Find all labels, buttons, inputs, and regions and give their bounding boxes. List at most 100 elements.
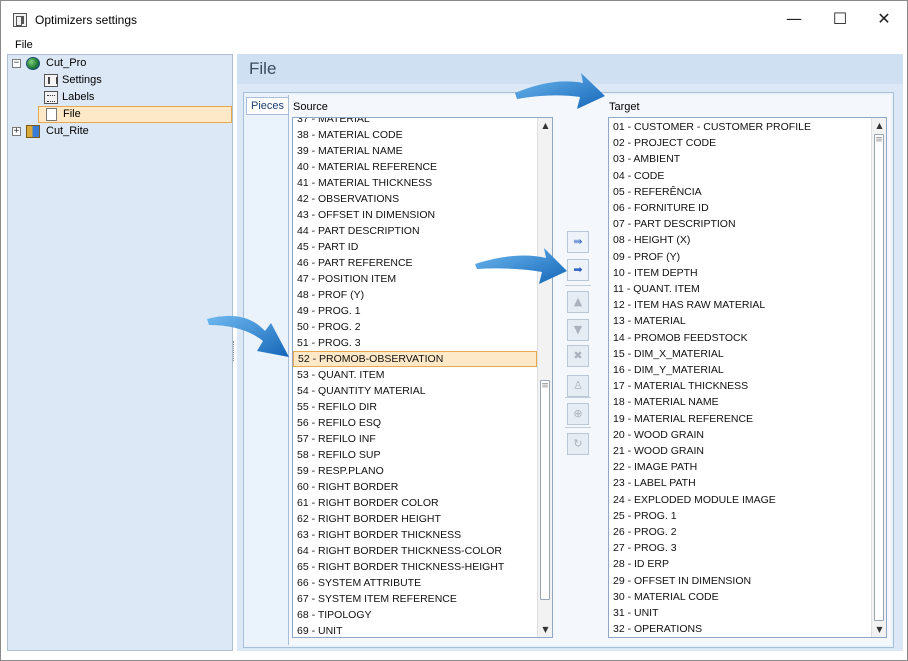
list-item[interactable]: 50 - PROG. 2 xyxy=(293,319,537,335)
list-item[interactable]: 60 - RIGHT BORDER xyxy=(293,479,537,495)
tree-node-label: Cut_Pro xyxy=(46,57,87,69)
source-scrollbar[interactable]: ▲ ▼ xyxy=(537,118,552,637)
source-listbox[interactable]: 37 - MATERIAL 38 - MATERIAL CODE 39 - MATE… xyxy=(292,117,553,638)
list-item[interactable]: 02 - PROJECT CODE xyxy=(609,135,871,151)
list-item[interactable]: 55 - REFILO DIR xyxy=(293,399,537,415)
list-item[interactable]: 49 - PROG. 1 xyxy=(293,303,537,319)
collapse-icon[interactable]: − xyxy=(12,59,21,68)
list-item[interactable]: 09 - PROF (Y) xyxy=(609,249,871,265)
list-item[interactable]: 30 - MATERIAL CODE xyxy=(609,589,871,605)
list-item[interactable]: 28 - ID ERP xyxy=(609,556,871,572)
list-item[interactable]: 61 - RIGHT BORDER COLOR xyxy=(293,495,537,511)
target-scrollbar[interactable]: ▲ ▼ xyxy=(871,118,886,637)
list-item[interactable]: 56 - REFILO ESQ xyxy=(293,415,537,431)
list-item[interactable]: 26 - PROG. 2 xyxy=(609,524,871,540)
list-item[interactable]: 18 - MATERIAL NAME xyxy=(609,394,871,410)
list-item[interactable]: 38 - MATERIAL CODE xyxy=(293,127,537,143)
cut-rite-icon xyxy=(26,125,40,138)
list-item[interactable]: 11 - QUANT. ITEM xyxy=(609,281,871,297)
list-item[interactable]: 31 - UNIT xyxy=(609,605,871,621)
list-item[interactable]: 08 - HEIGHT (X) xyxy=(609,232,871,248)
list-item[interactable]: 24 - EXPLODED MODULE IMAGE xyxy=(609,492,871,508)
list-item[interactable]: 07 - PART DESCRIPTION xyxy=(609,216,871,232)
list-item[interactable]: 51 - PROG. 3 xyxy=(293,335,537,351)
list-item[interactable]: 32 - OPERATIONS xyxy=(609,621,871,637)
list-item[interactable]: 42 - OBSERVATIONS xyxy=(293,191,537,207)
delete-button[interactable]: ✖ xyxy=(567,345,589,367)
minimize-button[interactable]: — xyxy=(771,1,817,37)
list-item[interactable]: 47 - POSITION ITEM xyxy=(293,271,537,287)
list-item[interactable]: 12 - ITEM HAS RAW MATERIAL xyxy=(609,297,871,313)
list-item[interactable]: 21 - WOOD GRAIN xyxy=(609,443,871,459)
list-item[interactable]: 62 - RIGHT BORDER HEIGHT xyxy=(293,511,537,527)
list-item-selected[interactable]: 52 - PROMOB-OBSERVATION xyxy=(293,351,537,367)
list-item[interactable]: 54 - QUANTITY MATERIAL xyxy=(293,383,537,399)
list-item[interactable]: 45 - PART ID xyxy=(293,239,537,255)
split-button[interactable]: ⊕ xyxy=(567,403,589,425)
list-item[interactable]: 59 - RESP.PLANO xyxy=(293,463,537,479)
list-item[interactable]: 13 - MATERIAL xyxy=(609,313,871,329)
list-item[interactable]: 27 - PROG. 3 xyxy=(609,540,871,556)
list-item[interactable]: 65 - RIGHT BORDER THICKNESS-HEIGHT xyxy=(293,559,537,575)
target-listbox[interactable]: 01 - CUSTOMER - CUSTOMER PROFILE 02 - PRO… xyxy=(608,117,887,638)
list-item[interactable]: 39 - MATERIAL NAME xyxy=(293,143,537,159)
move-down-button[interactable]: ▼ xyxy=(567,319,589,341)
list-item[interactable]: 48 - PROF (Y) xyxy=(293,287,537,303)
list-item[interactable]: 20 - WOOD GRAIN xyxy=(609,427,871,443)
list-item[interactable]: 03 - AMBIENT xyxy=(609,151,871,167)
tree-node-cut-rite[interactable]: + Cut_Rite xyxy=(10,123,210,140)
menu-file[interactable]: File xyxy=(15,39,33,51)
list-item[interactable]: 69 - UNIT xyxy=(293,623,537,637)
user-button[interactable]: ♙ xyxy=(567,375,589,397)
scroll-down-icon[interactable]: ▼ xyxy=(872,622,886,637)
scroll-down-icon[interactable]: ▼ xyxy=(538,622,552,637)
expand-icon[interactable]: + xyxy=(12,127,21,136)
list-item[interactable]: 17 - MATERIAL THICKNESS xyxy=(609,378,871,394)
list-item[interactable]: 43 - OFFSET IN DIMENSION xyxy=(293,207,537,223)
refresh-button[interactable]: ↻ xyxy=(567,433,589,455)
scroll-up-icon[interactable]: ▲ xyxy=(872,118,886,133)
list-item[interactable]: 16 - DIM_Y_MATERIAL xyxy=(609,362,871,378)
tree-node-labels[interactable]: Labels xyxy=(38,89,208,106)
list-item[interactable]: 23 - LABEL PATH xyxy=(609,475,871,491)
move-up-button[interactable]: ▲ xyxy=(567,291,589,313)
add-button[interactable]: ➡ xyxy=(567,259,589,281)
list-item[interactable]: 15 - DIM_X_MATERIAL xyxy=(609,346,871,362)
list-item[interactable]: 46 - PART REFERENCE xyxy=(293,255,537,271)
close-button[interactable]: ✕ xyxy=(861,1,907,37)
list-item[interactable]: 67 - SYSTEM ITEM REFERENCE xyxy=(293,591,537,607)
list-item[interactable]: 57 - REFILO INF xyxy=(293,431,537,447)
splitter-handle[interactable] xyxy=(233,341,236,361)
list-item[interactable]: 22 - IMAGE PATH xyxy=(609,459,871,475)
file-icon xyxy=(46,108,57,121)
list-item[interactable]: 68 - TIPOLOGY xyxy=(293,607,537,623)
tree-node-file[interactable]: File xyxy=(38,106,232,123)
list-item[interactable]: 19 - MATERIAL REFERENCE xyxy=(609,411,871,427)
maximize-button[interactable]: ☐ xyxy=(817,1,863,37)
tab-pieces[interactable]: Pieces xyxy=(246,97,288,115)
list-item[interactable]: 06 - FORNITURE ID xyxy=(609,200,871,216)
list-item[interactable]: 66 - SYSTEM ATTRIBUTE xyxy=(293,575,537,591)
list-item[interactable]: 14 - PROMOB FEEDSTOCK xyxy=(609,330,871,346)
list-item[interactable]: 41 - MATERIAL THICKNESS xyxy=(293,175,537,191)
list-item[interactable]: 40 - MATERIAL REFERENCE xyxy=(293,159,537,175)
list-item[interactable]: 10 - ITEM DEPTH xyxy=(609,265,871,281)
list-item[interactable]: 29 - OFFSET IN DIMENSION xyxy=(609,573,871,589)
list-item[interactable]: 05 - REFERÊNCIA xyxy=(609,184,871,200)
list-item[interactable]: 44 - PART DESCRIPTION xyxy=(293,223,537,239)
list-item[interactable]: 53 - QUANT. ITEM xyxy=(293,367,537,383)
scroll-thumb[interactable] xyxy=(874,134,884,621)
list-item[interactable]: 63 - RIGHT BORDER THICKNESS xyxy=(293,527,537,543)
scroll-thumb[interactable] xyxy=(540,380,550,600)
tree-node-settings[interactable]: Settings xyxy=(38,72,208,89)
scroll-up-icon[interactable]: ▲ xyxy=(538,118,552,133)
list-item[interactable]: 04 - CODE xyxy=(609,168,871,184)
list-item[interactable]: 64 - RIGHT BORDER THICKNESS-COLOR xyxy=(293,543,537,559)
tree-node-cut-pro[interactable]: − Cut_Pro xyxy=(10,55,210,72)
list-item[interactable]: 37 - MATERIAL xyxy=(293,118,537,127)
list-item[interactable]: 25 - PROG. 1 xyxy=(609,508,871,524)
add-all-button[interactable]: ⇛ xyxy=(567,231,589,253)
list-item[interactable]: 01 - CUSTOMER - CUSTOMER PROFILE xyxy=(609,119,871,135)
list-item[interactable]: 58 - REFILO SUP xyxy=(293,447,537,463)
toolbar-separator xyxy=(565,397,591,398)
